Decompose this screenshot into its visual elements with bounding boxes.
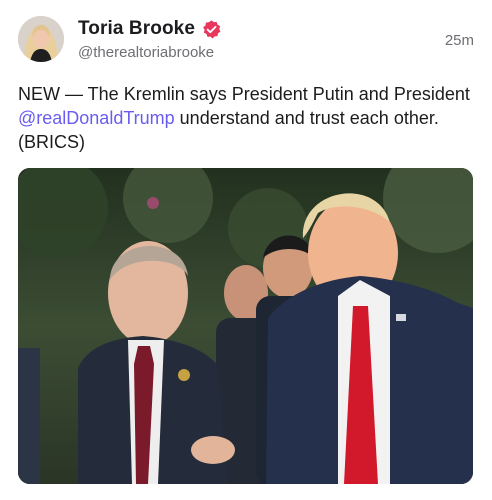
- author-name[interactable]: Toria Brooke: [78, 18, 195, 40]
- post-text: NEW — The Kremlin says President Putin a…: [18, 82, 478, 154]
- post-card[interactable]: Toria Brooke @therealtoriabrooke 25m NEW…: [0, 0, 492, 500]
- author-avatar[interactable]: [18, 16, 64, 62]
- post-timestamp: 25m: [444, 32, 474, 49]
- post-image[interactable]: [18, 168, 473, 484]
- post-text-part: NEW — The Kremlin says President Putin a…: [18, 84, 470, 104]
- mention-link[interactable]: @realDonaldTrump: [18, 108, 175, 128]
- author-handle[interactable]: @therealtoriabrooke: [78, 44, 214, 61]
- verified-badge-icon: [201, 19, 222, 40]
